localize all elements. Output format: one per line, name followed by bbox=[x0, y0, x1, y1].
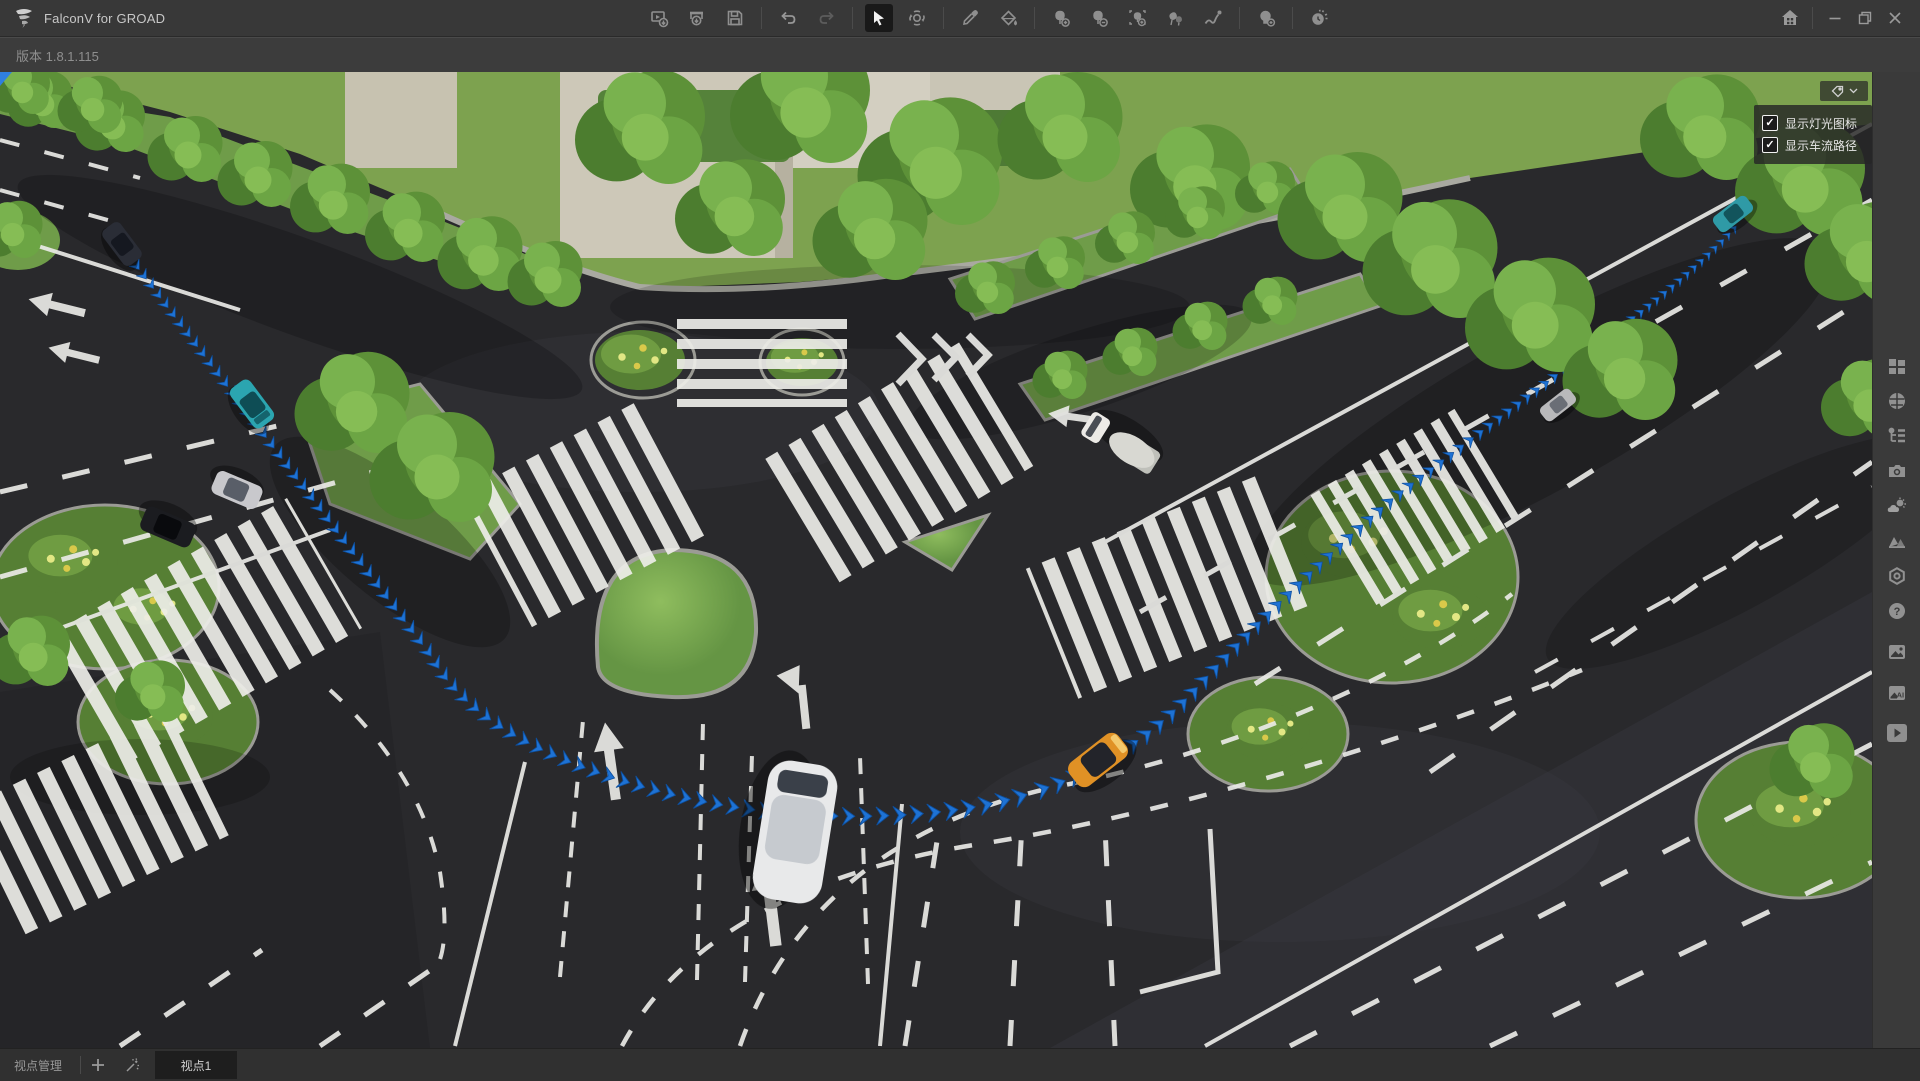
viewport-3d-scene[interactable] bbox=[0, 72, 1872, 1048]
save-icon[interactable] bbox=[721, 4, 749, 32]
select-tool-icon[interactable] bbox=[865, 4, 893, 32]
layer-tag-button[interactable] bbox=[1820, 81, 1868, 101]
checkbox-show-light-icons[interactable]: ✓ 显示灯光图标 bbox=[1762, 112, 1864, 134]
window-controls bbox=[1775, 0, 1920, 36]
paint-bucket-icon[interactable] bbox=[994, 4, 1022, 32]
toolbar-separator bbox=[1292, 7, 1293, 29]
forest-brush-icon[interactable] bbox=[1161, 4, 1189, 32]
weather-icon[interactable] bbox=[1886, 495, 1908, 517]
svg-text:AI: AI bbox=[1897, 691, 1905, 700]
undo-icon[interactable] bbox=[774, 4, 802, 32]
redo-icon[interactable] bbox=[812, 4, 840, 32]
plus-icon bbox=[90, 1057, 106, 1073]
import-scene-icon[interactable] bbox=[645, 4, 673, 32]
tag-icon bbox=[1831, 85, 1844, 98]
minimize-icon[interactable] bbox=[1820, 3, 1850, 33]
right-sidebar: ? AI bbox=[1872, 72, 1920, 1048]
restore-icon[interactable] bbox=[1850, 3, 1880, 33]
add-light-icon[interactable] bbox=[1252, 4, 1280, 32]
eyedropper-icon[interactable] bbox=[956, 4, 984, 32]
version-bar: 版本 1.8.1.115 bbox=[0, 37, 1920, 74]
remove-tree-icon[interactable] bbox=[1085, 4, 1113, 32]
viewport-corner-marker bbox=[0, 72, 12, 86]
viewpoint-tab-1[interactable]: 视点1 bbox=[155, 1051, 237, 1079]
magic-wand-icon bbox=[124, 1057, 141, 1074]
viewpoint-panel-label: 视点管理 bbox=[0, 1057, 80, 1074]
orbit-tool-icon[interactable] bbox=[903, 4, 931, 32]
window-separator bbox=[1812, 7, 1813, 29]
terrain-icon[interactable] bbox=[1886, 530, 1908, 552]
titlebar: FalconV for GROAD bbox=[0, 0, 1920, 37]
toolbar-separator bbox=[761, 7, 762, 29]
ai-image-icon[interactable]: AI bbox=[1886, 682, 1908, 704]
asset-grid-icon[interactable] bbox=[1886, 355, 1908, 377]
display-options-panel: ✓ 显示灯光图标 ✓ 显示车流路径 bbox=[1754, 105, 1872, 164]
version-label: 版本 1.8.1.115 bbox=[16, 46, 99, 65]
snapshot-icon[interactable] bbox=[1886, 641, 1908, 663]
home-icon[interactable] bbox=[1775, 3, 1805, 33]
draw-path-icon[interactable] bbox=[1199, 4, 1227, 32]
main-toolbar bbox=[640, 0, 1338, 36]
material-icon[interactable] bbox=[1886, 565, 1908, 587]
falconv-tornado-logo bbox=[12, 6, 36, 30]
svg-text:?: ? bbox=[1894, 606, 1901, 618]
checkbox-icon: ✓ bbox=[1762, 115, 1778, 131]
checkbox-icon: ✓ bbox=[1762, 137, 1778, 153]
toolbar-separator bbox=[852, 7, 853, 29]
checkbox-show-flow-paths[interactable]: ✓ 显示车流路径 bbox=[1762, 134, 1864, 156]
add-viewpoint-button[interactable] bbox=[81, 1052, 115, 1078]
auto-viewpoint-button[interactable] bbox=[115, 1052, 149, 1078]
viewport-3d[interactable]: ✓ 显示灯光图标 ✓ 显示车流路径 bbox=[0, 72, 1872, 1048]
scene-tree-icon[interactable] bbox=[1886, 425, 1908, 447]
play-icon[interactable] bbox=[1886, 722, 1908, 744]
import-data-icon[interactable] bbox=[683, 4, 711, 32]
toolbar-separator bbox=[943, 7, 944, 29]
help-icon[interactable]: ? bbox=[1886, 600, 1908, 622]
camera-icon[interactable] bbox=[1886, 460, 1908, 482]
add-trees-region-icon[interactable] bbox=[1123, 4, 1151, 32]
toolbar-separator bbox=[1239, 7, 1240, 29]
globe-icon[interactable] bbox=[1886, 390, 1908, 412]
viewpoint-bar: 视点管理 视点1 bbox=[0, 1048, 1920, 1081]
add-tree-icon[interactable] bbox=[1047, 4, 1075, 32]
time-of-day-icon[interactable] bbox=[1305, 4, 1333, 32]
close-icon[interactable] bbox=[1880, 3, 1910, 33]
toolbar-separator bbox=[1034, 7, 1035, 29]
chevron-down-icon bbox=[1849, 88, 1858, 94]
app-title: FalconV for GROAD bbox=[44, 11, 165, 26]
